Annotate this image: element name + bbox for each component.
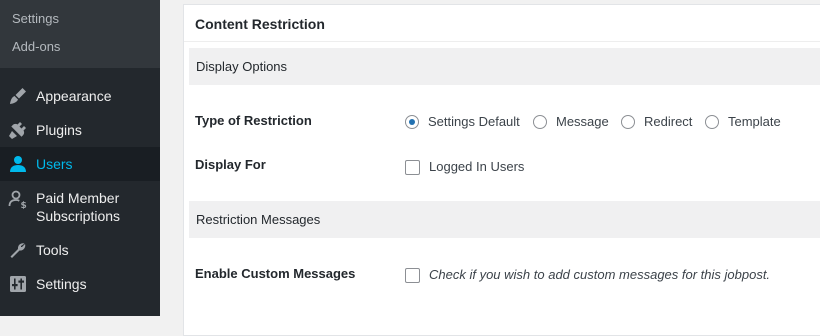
sidebar-item-plugins[interactable]: Plugins bbox=[0, 113, 160, 147]
paintbrush-icon bbox=[8, 86, 28, 106]
checkbox-label: Logged In Users bbox=[429, 159, 525, 174]
radio-label: Message bbox=[556, 114, 609, 129]
logged-in-users-option[interactable]: Logged In Users bbox=[405, 159, 524, 175]
submenu-item-settings[interactable]: Settings bbox=[12, 11, 59, 27]
radio-label: Redirect bbox=[644, 114, 693, 129]
sidebar-item-appearance[interactable]: Appearance bbox=[0, 79, 160, 113]
sidebar-item-label: Tools bbox=[36, 242, 69, 258]
plugin-icon bbox=[8, 120, 28, 140]
section-header-display-options: Display Options bbox=[189, 48, 820, 85]
sidebar-item-label-line2: Subscriptions bbox=[36, 208, 121, 224]
member-dollar-icon: $ bbox=[8, 189, 28, 209]
wrench-icon bbox=[8, 240, 28, 260]
custom-messages-description: Check if you wish to add custom messages… bbox=[429, 267, 771, 282]
type-of-restriction-label: Type of Restriction bbox=[195, 113, 312, 128]
radio-label: Settings Default bbox=[428, 114, 520, 129]
sidebar-item-users[interactable]: Users bbox=[0, 147, 160, 181]
sidebar-item-label: Plugins bbox=[36, 122, 82, 138]
radio-redirect[interactable]: Redirect bbox=[621, 114, 692, 130]
radio-settings-default[interactable]: Settings Default bbox=[405, 114, 520, 130]
enable-custom-messages-label: Enable Custom Messages bbox=[195, 266, 356, 281]
panel-title: Content Restriction bbox=[195, 16, 325, 32]
radio-label: Template bbox=[728, 114, 781, 129]
sidebar-item-label-line1: Paid Member bbox=[36, 190, 120, 206]
custom-messages-option[interactable]: Check if you wish to add custom messages… bbox=[405, 267, 770, 283]
sidebar-item-label: Appearance bbox=[36, 88, 112, 104]
section-header-restriction-messages: Restriction Messages bbox=[189, 201, 820, 238]
sidebar-item-tools[interactable]: Tools bbox=[0, 233, 160, 267]
sliders-icon bbox=[8, 274, 28, 294]
svg-text:$: $ bbox=[21, 201, 27, 209]
sidebar-item-label: Settings bbox=[36, 276, 87, 292]
radio-button[interactable] bbox=[533, 115, 547, 129]
display-for-label: Display For bbox=[195, 157, 266, 172]
radio-button[interactable] bbox=[705, 115, 719, 129]
radio-button[interactable] bbox=[621, 115, 635, 129]
panel-header-divider bbox=[184, 41, 820, 42]
radio-message[interactable]: Message bbox=[533, 114, 609, 130]
sidebar-item-paid-member-subscriptions[interactable]: $ Paid Member Subscriptions bbox=[0, 181, 160, 233]
users-icon bbox=[8, 154, 28, 174]
custom-messages-checkbox[interactable] bbox=[405, 267, 420, 283]
sidebar-item-settings[interactable]: Settings bbox=[0, 267, 160, 301]
logged-in-users-checkbox[interactable] bbox=[405, 159, 420, 175]
sidebar-item-label: Users bbox=[36, 156, 73, 172]
section-title: Restriction Messages bbox=[196, 212, 321, 227]
admin-sidebar: Settings Add-ons Appearance Plugins User… bbox=[0, 0, 160, 316]
content-restriction-panel: Content Restriction Display Options Type… bbox=[183, 4, 820, 336]
submenu-item-add-ons[interactable]: Add-ons bbox=[12, 39, 60, 55]
section-title: Display Options bbox=[196, 59, 288, 74]
radio-template[interactable]: Template bbox=[705, 114, 781, 130]
settings-submenu: Settings Add-ons bbox=[0, 0, 160, 68]
radio-button-checked[interactable] bbox=[405, 115, 419, 129]
